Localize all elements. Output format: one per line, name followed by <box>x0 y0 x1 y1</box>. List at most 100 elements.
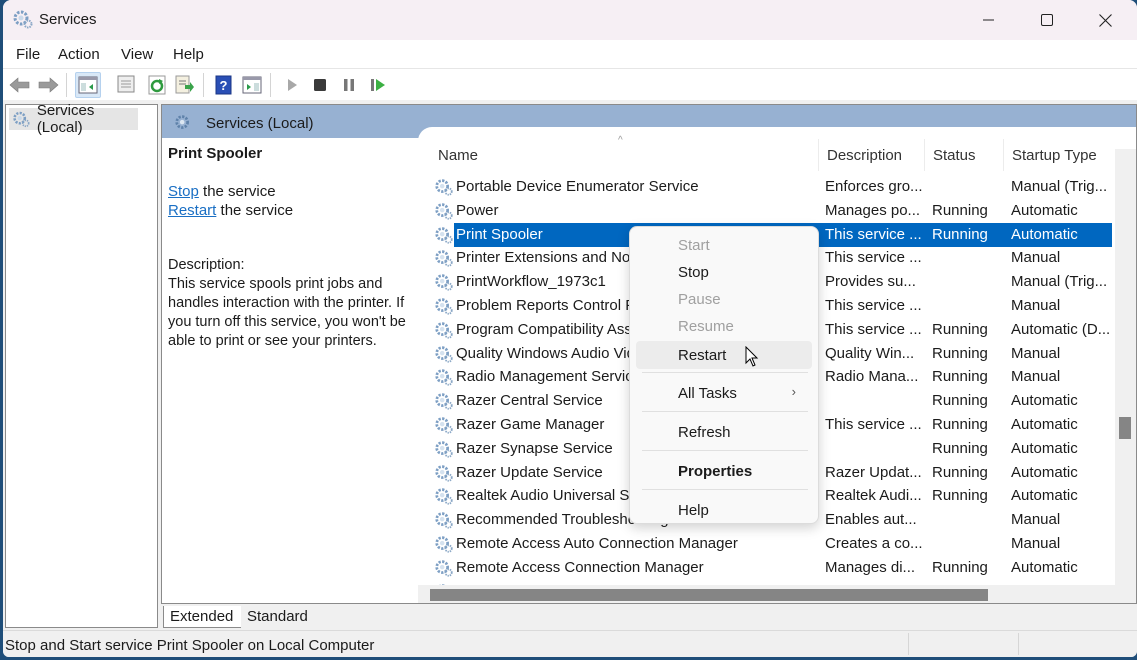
service-row[interactable]: Remote Access Connection Manager Manages … <box>432 556 1112 580</box>
service-status: Running <box>932 487 988 505</box>
service-name: Razer Central Service <box>456 392 603 410</box>
refresh-button[interactable] <box>144 72 170 98</box>
show-hide-action-pane-button[interactable] <box>239 72 265 98</box>
context-menu-item-label: Pause <box>678 291 721 308</box>
context-menu-item-stop[interactable]: Stop <box>636 258 812 286</box>
context-menu-separator <box>642 489 808 490</box>
help-button[interactable]: ? <box>211 72 237 98</box>
toolbar: ? <box>3 68 1137 100</box>
context-menu-item-restart[interactable]: Restart <box>636 341 812 369</box>
service-description: This service ... <box>825 225 922 243</box>
content-header-title: Services (Local) <box>206 115 314 132</box>
service-gear-icon <box>434 391 454 415</box>
back-button[interactable] <box>7 72 33 98</box>
submenu-chevron-icon: › <box>791 384 796 399</box>
tree-item-services-local[interactable]: Services (Local) <box>9 102 138 136</box>
service-status: Running <box>932 368 988 386</box>
service-startup-type: Automatic <box>1011 487 1078 505</box>
service-startup-type: Manual <box>1011 344 1061 362</box>
service-status: Running <box>932 344 988 362</box>
context-menu: Start Stop Pause Resume Restart All Tasks › Ref… <box>629 226 819 524</box>
restart-link-suffix: the service <box>216 202 294 219</box>
tab-extended[interactable]: Extended <box>163 606 241 628</box>
service-description: Quality Win... <box>825 344 915 362</box>
service-detail-pane: Print Spooler Stop the service Restart t… <box>168 145 418 351</box>
restart-service-icon <box>371 79 385 91</box>
show-hide-console-tree-icon <box>78 76 98 94</box>
service-description: Manages di... <box>825 558 916 576</box>
maximize-button[interactable] <box>1018 0 1076 40</box>
service-startup-type: Automatic <box>1011 558 1078 576</box>
column-header-name[interactable]: Name <box>438 147 478 164</box>
service-gear-icon <box>434 201 454 225</box>
service-gear-icon <box>434 344 454 368</box>
properties-button[interactable] <box>113 72 139 98</box>
column-header-description[interactable]: Description <box>827 147 902 164</box>
stop-service-link[interactable]: Stop <box>168 183 199 200</box>
show-hide-console-tree-button[interactable] <box>75 72 101 98</box>
vertical-scrollbar[interactable] <box>1115 149 1136 589</box>
context-menu-item-properties[interactable]: Properties <box>636 457 812 485</box>
service-row[interactable]: Remote Access Auto Connection Manager Cre… <box>432 532 1112 556</box>
menu-file[interactable]: File <box>16 46 40 63</box>
services-gear-icon <box>13 10 33 29</box>
close-icon <box>1098 13 1112 27</box>
context-menu-item-start[interactable]: Start <box>636 231 812 259</box>
restart-service-button[interactable] <box>365 72 391 98</box>
toolbar-separator <box>203 73 204 97</box>
toolbar-separator <box>66 73 67 97</box>
start-service-button[interactable] <box>279 72 305 98</box>
services-gear-icon <box>13 111 30 128</box>
service-description: This service ... <box>825 416 922 433</box>
service-gear-icon <box>434 463 454 487</box>
tab-extended-label: Extended <box>170 608 234 625</box>
mouse-cursor-icon <box>745 346 759 367</box>
status-text: Stop and Start service Print Spooler on … <box>5 637 375 654</box>
context-menu-item-label: Resume <box>678 318 734 335</box>
menu-action[interactable]: Action <box>58 46 100 63</box>
service-row[interactable]: Portable Device Enumerator Service Enforc… <box>432 175 1112 199</box>
stop-service-button[interactable] <box>307 72 333 98</box>
column-divider[interactable] <box>924 139 925 171</box>
show-hide-action-pane-icon <box>242 76 262 94</box>
sort-indicator: ^ <box>618 135 623 146</box>
menu-help[interactable]: Help <box>173 46 204 63</box>
column-divider[interactable] <box>818 139 819 171</box>
column-divider[interactable] <box>1003 139 1004 171</box>
column-header-status[interactable]: Status <box>933 147 976 164</box>
context-menu-item-all-tasks[interactable]: All Tasks › <box>636 379 812 407</box>
status-divider <box>908 633 909 655</box>
service-gear-icon <box>434 296 454 320</box>
horizontal-scrollbar-thumb[interactable] <box>430 589 988 601</box>
minimize-button[interactable] <box>960 0 1018 40</box>
service-status: Running <box>932 392 988 410</box>
service-description: Creates a co... <box>825 535 923 552</box>
service-status: Running <box>932 558 988 576</box>
forward-arrow-icon <box>38 77 59 93</box>
menu-view[interactable]: View <box>121 46 153 63</box>
vertical-scrollbar-thumb[interactable] <box>1119 417 1131 439</box>
restart-service-link[interactable]: Restart <box>168 202 216 219</box>
service-status: Running <box>932 225 988 243</box>
context-menu-item-label: Help <box>678 502 709 519</box>
title-bar: Services <box>3 0 1137 40</box>
horizontal-scrollbar[interactable] <box>418 585 1136 603</box>
status-divider <box>1018 633 1019 655</box>
context-menu-item-help[interactable]: Help <box>636 496 812 524</box>
close-button[interactable] <box>1076 0 1134 40</box>
pause-service-button[interactable] <box>336 72 362 98</box>
start-service-icon <box>288 79 297 91</box>
tab-standard[interactable]: Standard <box>241 606 319 628</box>
context-menu-item-resume[interactable]: Resume <box>636 312 812 340</box>
export-list-button[interactable] <box>172 72 198 98</box>
status-bar: Stop and Start service Print Spooler on … <box>3 630 1137 657</box>
description-label: Description: <box>168 257 245 273</box>
context-menu-item-refresh[interactable]: Refresh <box>636 418 812 446</box>
forward-button[interactable] <box>35 72 61 98</box>
column-header-startup-type[interactable]: Startup Type <box>1012 147 1097 164</box>
service-name: Razer Synapse Service <box>456 439 613 457</box>
context-menu-item-pause[interactable]: Pause <box>636 285 812 313</box>
service-gear-icon <box>434 177 454 201</box>
service-row[interactable]: Power Manages po... Running Automatic <box>432 199 1112 223</box>
window-title: Services <box>39 11 97 28</box>
